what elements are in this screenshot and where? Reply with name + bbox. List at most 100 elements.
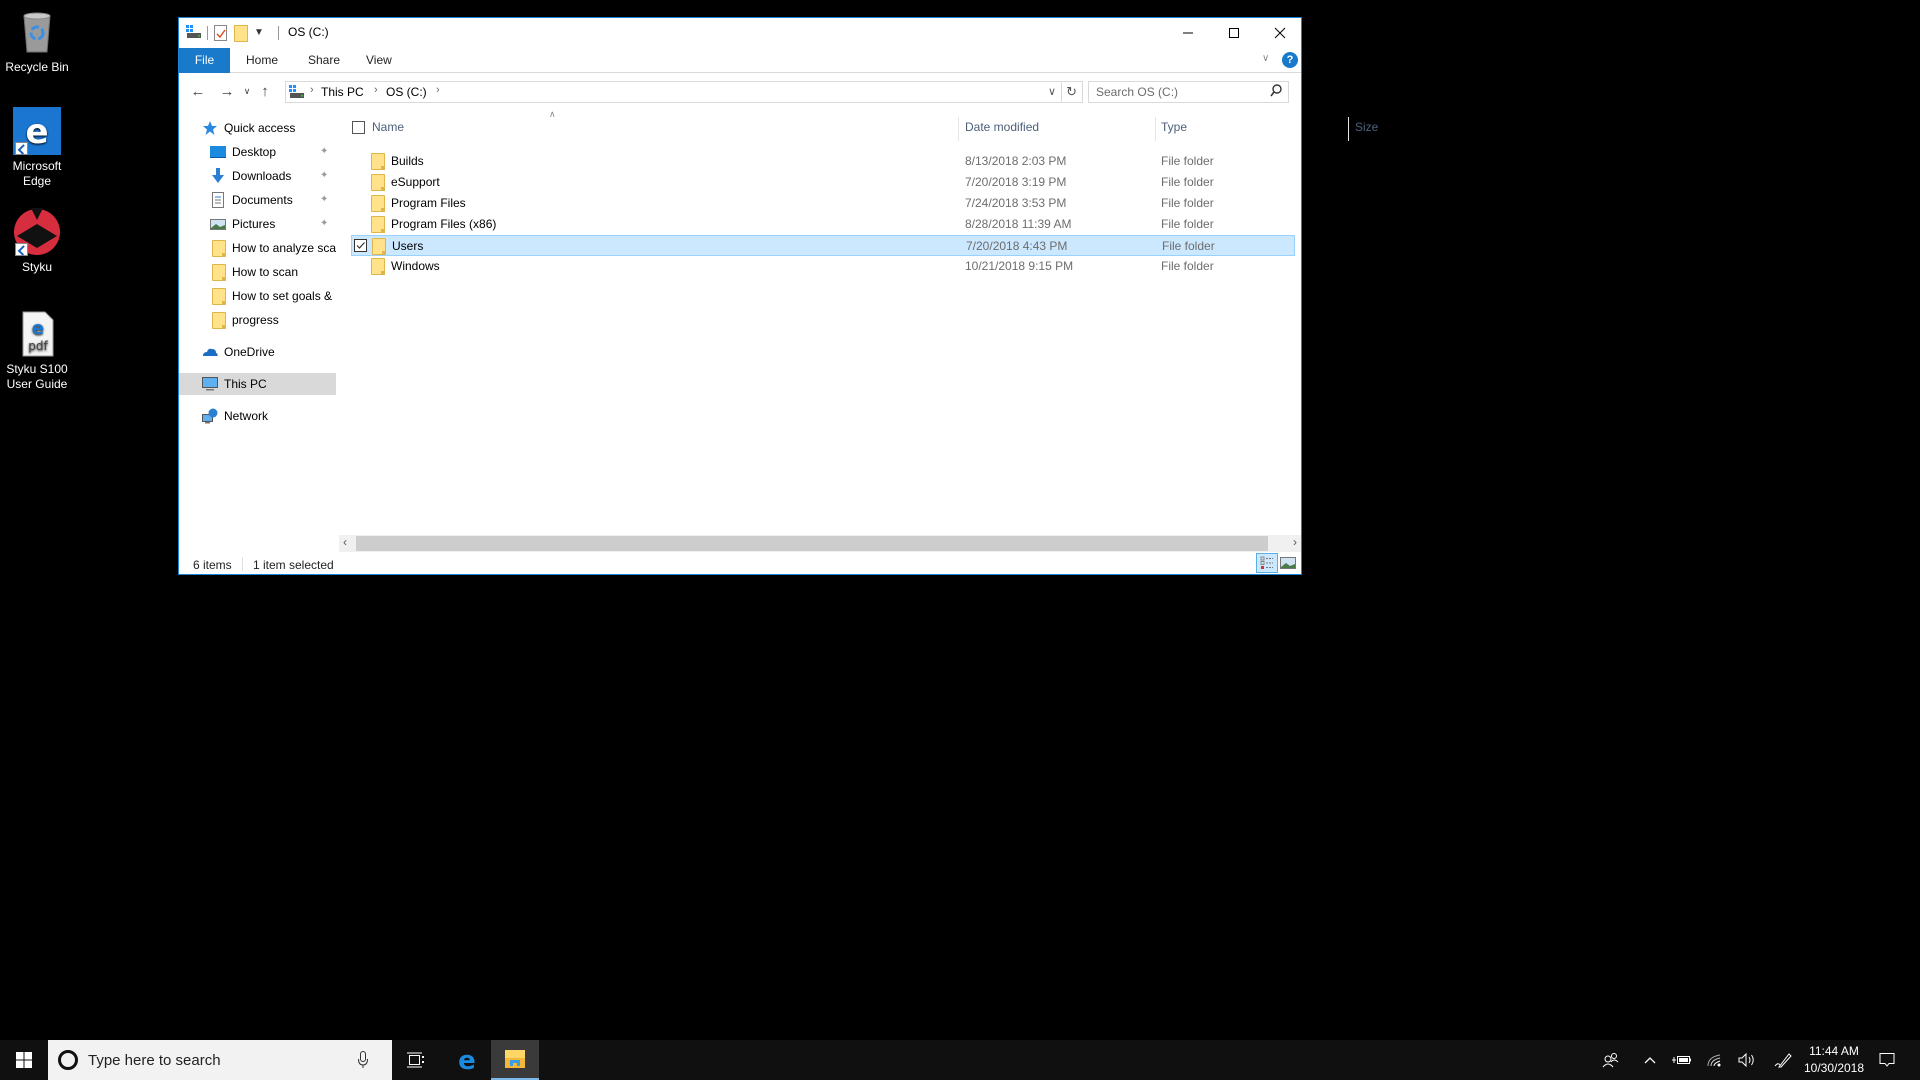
pin-icon[interactable]: ✦ <box>320 170 330 181</box>
search-input[interactable] <box>1089 82 1259 102</box>
breadcrumb-os-c[interactable]: OS (C:) <box>386 85 427 99</box>
desktop-icon-styku-guide[interactable]: e pdf Styku S100 User Guide <box>0 310 74 392</box>
battery-icon[interactable] <box>1667 1040 1697 1080</box>
title-bar[interactable]: ▼ OS (C:) <box>179 18 1301 48</box>
folder-icon <box>372 238 386 255</box>
breadcrumb-separator-icon[interactable]: › <box>436 84 440 96</box>
nav-this-pc[interactable]: This PC <box>179 373 336 395</box>
desktop-icon-styku[interactable]: Styku <box>0 208 74 275</box>
nav-item-pictures[interactable]: Pictures ✦ <box>179 213 336 235</box>
taskbar-search-box[interactable] <box>48 1040 392 1080</box>
new-folder-icon[interactable] <box>234 25 248 45</box>
row-checkbox[interactable] <box>354 239 367 252</box>
shortcut-arrow-icon <box>15 243 28 256</box>
people-icon[interactable] <box>1596 1040 1626 1080</box>
scroll-right-icon[interactable]: › <box>1293 535 1297 549</box>
folder-icon <box>212 240 226 257</box>
breadcrumb-separator-icon[interactable]: › <box>310 84 314 96</box>
tab-view[interactable]: View <box>354 48 404 73</box>
nav-onedrive[interactable]: OneDrive <box>179 341 336 363</box>
pin-icon[interactable]: ✦ <box>320 218 330 229</box>
search-icon[interactable] <box>1270 84 1282 101</box>
desktop-icon <box>210 144 226 160</box>
file-date-modified: 7/20/2018 3:19 PM <box>965 175 1067 189</box>
nav-item-desktop[interactable]: Desktop ✦ <box>179 141 336 163</box>
svg-text:pdf: pdf <box>28 339 48 353</box>
file-row[interactable]: Builds 8/13/2018 2:03 PM File folder <box>351 151 1295 172</box>
close-button[interactable] <box>1257 18 1303 48</box>
nav-item-downloads[interactable]: Downloads ✦ <box>179 165 336 187</box>
nav-item-folder[interactable]: How to set goals & <box>179 285 336 307</box>
properties-icon[interactable] <box>214 25 227 44</box>
file-row[interactable]: Users 7/20/2018 4:43 PM File folder <box>351 235 1295 256</box>
customize-qat-icon[interactable]: ▼ <box>254 27 264 38</box>
desktop-icon-recycle-bin[interactable]: Recycle Bin <box>0 8 74 75</box>
file-type: File folder <box>1161 175 1214 189</box>
pin-icon[interactable]: ✦ <box>320 146 330 157</box>
show-hidden-icons-button[interactable] <box>1635 1040 1665 1080</box>
back-button[interactable]: ← <box>187 80 209 102</box>
taskbar-search-input[interactable] <box>88 1050 348 1070</box>
desktop-icon-edge[interactable]: e Microsoft Edge <box>0 107 74 189</box>
forward-button[interactable]: → <box>216 80 238 102</box>
volume-icon[interactable] <box>1732 1040 1762 1080</box>
microphone-icon[interactable] <box>358 1051 368 1072</box>
task-view-button[interactable] <box>392 1040 440 1080</box>
tab-file[interactable]: File <box>179 48 230 73</box>
nav-item-folder[interactable]: progress <box>179 309 336 331</box>
taskbar-file-explorer-button[interactable] <box>491 1040 539 1080</box>
expand-ribbon-icon[interactable]: ∨ <box>1262 53 1269 64</box>
pin-icon[interactable]: ✦ <box>320 194 330 205</box>
taskbar-edge-button[interactable]: e <box>443 1040 491 1080</box>
desktop-icon-label: Recycle Bin <box>5 60 69 74</box>
nav-item-folder[interactable]: How to scan <box>179 261 336 283</box>
checkmark-icon <box>356 242 365 249</box>
scroll-left-icon[interactable]: ‹ <box>343 535 347 549</box>
quick-access-star-icon <box>202 120 218 136</box>
details-view-button[interactable] <box>1256 553 1278 573</box>
column-header-size[interactable]: Size <box>1355 113 1378 141</box>
tab-share[interactable]: Share <box>296 48 352 73</box>
details-view-icon <box>1260 556 1273 569</box>
action-center-button[interactable] <box>1872 1040 1902 1080</box>
large-icons-view-button[interactable] <box>1280 556 1296 573</box>
column-header-type[interactable]: Type <box>1161 113 1187 141</box>
nav-network[interactable]: Network <box>179 405 336 427</box>
pen-workspace-icon[interactable] <box>1768 1040 1798 1080</box>
nav-label: How to scan <box>232 265 299 279</box>
file-date-modified: 8/28/2018 11:39 AM <box>965 217 1072 231</box>
column-header-date-modified[interactable]: Date modified <box>965 113 1039 141</box>
minimize-button[interactable] <box>1165 18 1211 48</box>
address-dropdown-icon[interactable]: ∨ <box>1048 85 1056 98</box>
help-icon[interactable]: ? <box>1282 52 1298 68</box>
desktop-icon-label: Styku <box>21 260 52 274</box>
network-icon <box>202 408 218 424</box>
column-header-name[interactable]: Name <box>372 113 404 141</box>
chevron-up-icon <box>1644 1057 1656 1064</box>
nav-label: Downloads <box>232 169 292 183</box>
file-row[interactable]: Program Files (x86) 8/28/2018 11:39 AM Fil… <box>351 214 1295 235</box>
select-all-checkbox[interactable] <box>352 121 365 134</box>
maximize-button[interactable] <box>1211 18 1257 48</box>
file-row[interactable]: eSupport 7/20/2018 3:19 PM File folder <box>351 172 1295 193</box>
breadcrumb-this-pc[interactable]: This PC <box>321 85 364 99</box>
nav-item-documents[interactable]: Documents ✦ <box>179 189 336 211</box>
refresh-icon[interactable]: ↻ <box>1066 84 1077 100</box>
wifi-icon[interactable] <box>1700 1040 1730 1080</box>
up-button[interactable]: ↑ <box>254 80 276 102</box>
nav-quick-access[interactable]: Quick access <box>179 117 336 139</box>
address-bar[interactable]: › This PC › OS (C:) › ∨ ↻ <box>285 81 1083 103</box>
horizontal-scrollbar[interactable]: ‹ › <box>339 535 1301 552</box>
tab-home[interactable]: Home <box>234 48 290 73</box>
file-row[interactable]: Windows 10/21/2018 9:15 PM File folder <box>351 256 1295 277</box>
shortcut-arrow-icon <box>15 142 28 155</box>
start-button[interactable] <box>0 1040 48 1080</box>
system-clock[interactable]: 11:44 AM 10/30/2018 <box>1797 1043 1871 1077</box>
breadcrumb-separator-icon[interactable]: › <box>374 84 378 96</box>
search-box[interactable] <box>1088 81 1289 103</box>
nav-item-folder[interactable]: How to analyze scans <box>179 237 336 259</box>
drive-icon <box>289 85 305 102</box>
scrollbar-thumb[interactable] <box>356 536 1268 551</box>
file-name: Builds <box>391 154 424 168</box>
file-row[interactable]: Program Files 7/24/2018 3:53 PM File folde… <box>351 193 1295 214</box>
